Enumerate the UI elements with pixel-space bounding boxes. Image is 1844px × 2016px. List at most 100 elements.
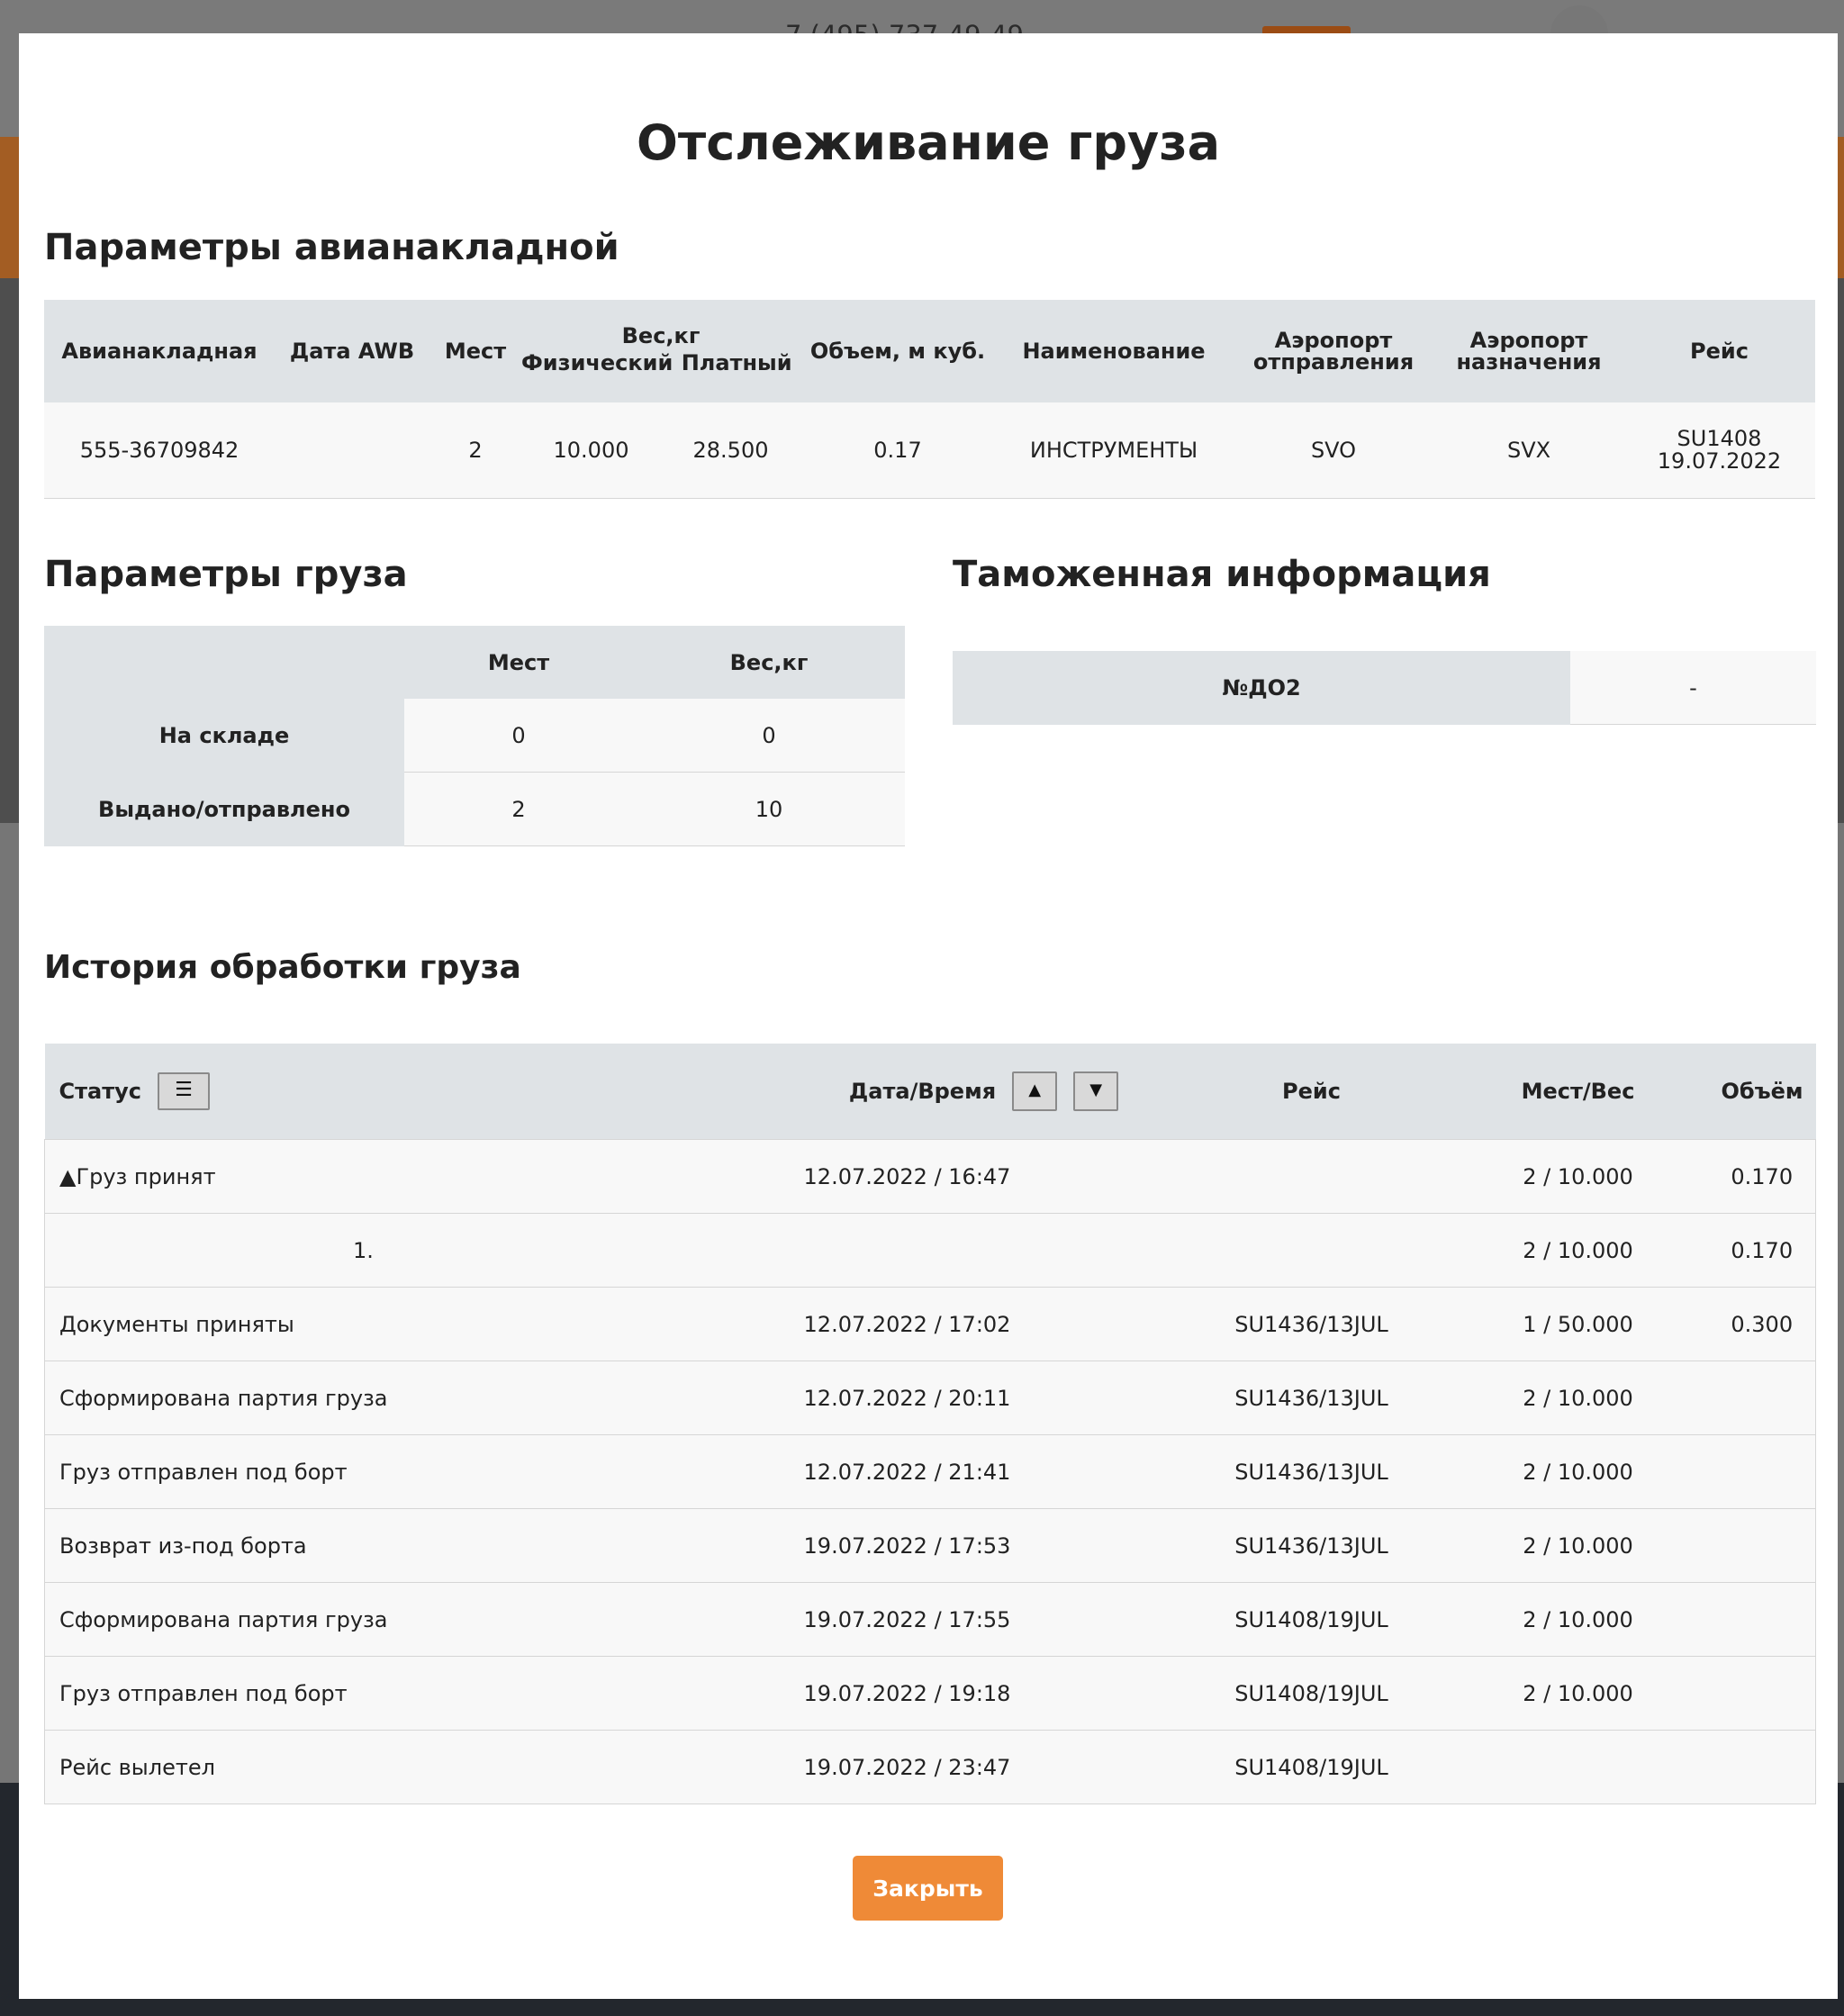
- history-pieces-weight: 1 / 50.000: [1447, 1287, 1709, 1361]
- history-datetime-header: Дата/Время ▲ ▼: [638, 1044, 1176, 1140]
- origin-header-line2: отправления: [1252, 349, 1415, 375]
- history-section-title: История обработки груза: [44, 949, 521, 986]
- flight-header: Рейс: [1623, 300, 1815, 402]
- history-datetime: 12.07.2022 / 20:11: [638, 1361, 1176, 1435]
- history-status: Возврат из-под борта: [44, 1508, 639, 1583]
- sort-descending-button[interactable]: ▼: [1073, 1071, 1119, 1111]
- cargo-table: Мест Вес,кг На складе 0 0 Выдано/отправл…: [44, 626, 905, 846]
- history-volume: [1708, 1582, 1816, 1657]
- awb-flight-date: 19.07.2022: [1657, 448, 1782, 474]
- origin-header-line1: Аэропорт: [1274, 328, 1393, 353]
- awb-weight-paid: 28.500: [692, 438, 769, 463]
- history-volume: [1708, 1361, 1816, 1435]
- weight-header: Вес,кг Физический Платный: [521, 300, 800, 402]
- history-pieces-weight: 2 / 10.000: [1447, 1508, 1709, 1583]
- awb-destination: SVX: [1434, 402, 1623, 499]
- history-status: Рейс вылетел: [44, 1730, 639, 1804]
- awb-date-header: Дата AWB: [275, 300, 429, 402]
- pieces-header: Мест: [429, 300, 521, 402]
- cargo-row-warehouse: На складе 0 0: [44, 699, 905, 773]
- history-flight: SU1436/13JUL: [1175, 1508, 1448, 1583]
- history-row: Сформирована партия груза 19.07.2022 / 1…: [44, 1582, 1816, 1657]
- history-pieces-weight: 2 / 10.000: [1447, 1361, 1709, 1435]
- history-flight-header: Рейс: [1175, 1044, 1448, 1140]
- history-datetime: 12.07.2022 / 21:41: [638, 1434, 1176, 1509]
- customs-section-title: Таможенная информация: [953, 554, 1491, 595]
- history-datetime: 19.07.2022 / 17:55: [638, 1582, 1176, 1657]
- cargo-corner-header: [44, 626, 404, 699]
- awb-header: Авианакладная: [44, 300, 275, 402]
- history-pieces-weight: 2 / 10.000: [1447, 1582, 1709, 1657]
- history-row: Сформирована партия груза 12.07.2022 / 2…: [44, 1361, 1816, 1435]
- weight-physical-header: Физический: [521, 350, 673, 375]
- history-status[interactable]: ▲Груз принят: [44, 1139, 639, 1214]
- destination-header: Аэропорт назначения: [1434, 300, 1623, 402]
- status-filter-button[interactable]: ☰: [158, 1072, 210, 1110]
- origin-header: Аэропорт отправления: [1233, 300, 1434, 402]
- sort-ascending-button[interactable]: ▲: [1012, 1071, 1058, 1111]
- history-row: Груз отправлен под борт 12.07.2022 / 21:…: [44, 1434, 1816, 1509]
- awb-origin: SVO: [1233, 402, 1434, 499]
- awb-table: Авианакладная Дата AWB Мест Вес,кг Физич…: [44, 300, 1815, 499]
- history-pieces-weight-header: Мест/Вес: [1447, 1044, 1709, 1140]
- awb-date: [275, 402, 429, 499]
- awb-flight: SU1408 19.07.2022: [1623, 402, 1815, 499]
- history-volume: 0.170: [1708, 1139, 1816, 1214]
- history-status: Груз отправлен под борт: [44, 1434, 639, 1509]
- history-pieces-weight: 2 / 10.000: [1447, 1213, 1709, 1288]
- history-row[interactable]: ▲Груз принят 12.07.2022 / 16:47 2 / 10.0…: [44, 1139, 1816, 1214]
- history-flight: SU1408/19JUL: [1175, 1582, 1448, 1657]
- history-flight: SU1436/13JUL: [1175, 1287, 1448, 1361]
- destination-header-line2: назначения: [1456, 349, 1602, 375]
- cargo-row-issued: Выдано/отправлено 2 10: [44, 772, 905, 846]
- history-flight: SU1408/19JUL: [1175, 1730, 1448, 1804]
- history-datetime: [638, 1213, 1176, 1288]
- history-datetime: 12.07.2022 / 16:47: [638, 1139, 1176, 1214]
- awb-number: 555-36709842: [44, 402, 275, 499]
- history-volume: 0.170: [1708, 1213, 1816, 1288]
- history-row: Документы приняты 12.07.2022 / 17:02 SU1…: [44, 1287, 1816, 1361]
- cargo-row-pieces: 0: [404, 699, 633, 773]
- history-volume: [1708, 1434, 1816, 1509]
- history-flight: SU1408/19JUL: [1175, 1656, 1448, 1731]
- tracking-modal: Отслеживание груза Параметры авианакладн…: [19, 33, 1838, 1999]
- history-datetime: 19.07.2022 / 23:47: [638, 1730, 1176, 1804]
- customs-table: №ДО2 -: [953, 651, 1816, 725]
- history-status-header: Статус ☰: [44, 1044, 639, 1140]
- awb-volume: 0.17: [800, 402, 995, 499]
- history-flight: [1175, 1139, 1448, 1214]
- awb-weight-physical: 10.000: [553, 438, 629, 463]
- history-pieces-weight: 2 / 10.000: [1447, 1139, 1709, 1214]
- cargo-row-weight: 0: [633, 699, 905, 773]
- awb-row: 555-36709842 2 10.000 28.500 0.17 ИНСТРУ…: [44, 402, 1815, 499]
- cargo-pieces-header: Мест: [404, 626, 633, 699]
- history-sub-index: 1.: [44, 1213, 639, 1288]
- awb-section-title: Параметры авианакладной: [44, 227, 619, 268]
- history-pieces-weight: [1447, 1730, 1709, 1804]
- history-status: Документы приняты: [44, 1287, 639, 1361]
- datetime-header-label: Дата/Время: [848, 1079, 997, 1104]
- awb-weight-cell: 10.000 28.500: [521, 402, 800, 499]
- cargo-section-title: Параметры груза: [44, 554, 408, 595]
- history-row: Возврат из-под борта 19.07.2022 / 17:53 …: [44, 1508, 1816, 1583]
- cargo-row-weight: 10: [633, 772, 905, 846]
- history-pieces-weight: 2 / 10.000: [1447, 1656, 1709, 1731]
- volume-header: Объем, м куб.: [800, 300, 995, 402]
- history-flight: SU1436/13JUL: [1175, 1434, 1448, 1509]
- history-table: Статус ☰ Дата/Время ▲ ▼ Рейс Мест/Вес Об…: [44, 1044, 1816, 1804]
- history-volume: [1708, 1656, 1816, 1731]
- cargo-row-label: На складе: [44, 699, 404, 773]
- history-pieces-weight: 2 / 10.000: [1447, 1434, 1709, 1509]
- history-row: Рейс вылетел 19.07.2022 / 23:47 SU1408/1…: [44, 1730, 1816, 1804]
- modal-title: Отслеживание груза: [636, 114, 1221, 171]
- close-button[interactable]: Закрыть: [853, 1856, 1003, 1921]
- history-volume: [1708, 1508, 1816, 1583]
- awb-pieces: 2: [429, 402, 521, 499]
- history-status: Сформирована партия груза: [44, 1361, 639, 1435]
- history-datetime: 19.07.2022 / 17:53: [638, 1508, 1176, 1583]
- awb-cargo-name: ИНСТРУМЕНТЫ: [995, 402, 1233, 499]
- awb-flight-number: SU1408: [1677, 425, 1762, 451]
- customs-label: №ДО2: [953, 651, 1570, 725]
- status-header-label: Статус: [59, 1079, 142, 1104]
- history-status: Груз отправлен под борт: [44, 1656, 639, 1731]
